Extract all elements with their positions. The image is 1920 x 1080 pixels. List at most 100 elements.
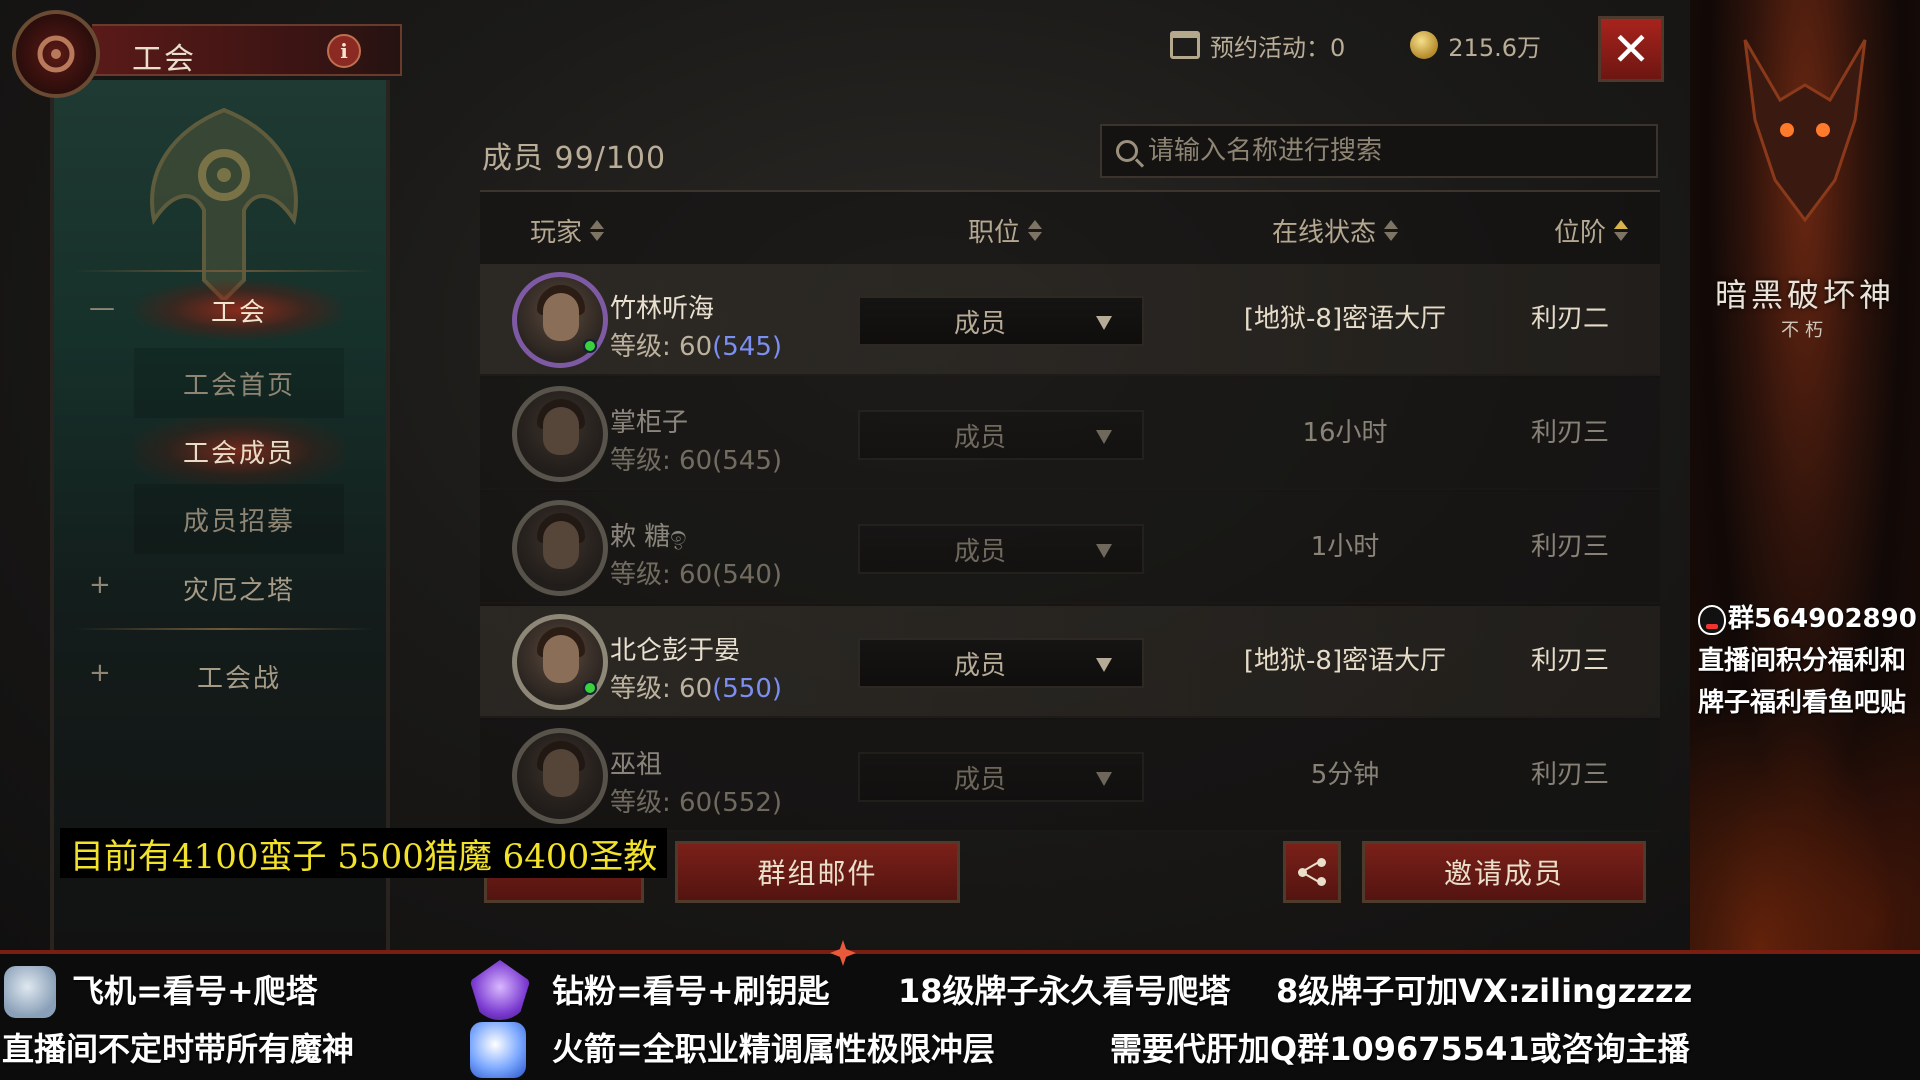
column-rank-label: 位阶 <box>1554 218 1607 248</box>
stream-overlay-text: 目前有4100蛮子 5500猎魔 6400圣教 <box>60 828 668 878</box>
game-window: — 工会 工会首页 工会成员 成员招募 + 灾厄之塔 + 工会战 工会 i 预约… <box>0 0 1690 950</box>
online-status-icon <box>583 681 597 695</box>
column-position-label: 职位 <box>968 218 1021 248</box>
stream-info: 群564902890 直播间积分福利和 牌子福利看鱼吧贴 <box>1698 598 1918 724</box>
avatar[interactable] <box>512 614 608 710</box>
demon-illustration-icon <box>1743 39 1867 223</box>
share-button[interactable] <box>1283 841 1341 903</box>
player-level: 等级: 60(545) <box>610 446 783 476</box>
group-mail-button[interactable]: 群组邮件 <box>675 841 960 903</box>
game-logo: 暗黑破坏神 <box>1714 276 1895 314</box>
calendar-icon <box>1170 31 1200 59</box>
sidebar-divider <box>74 270 374 272</box>
chevron-down-icon <box>1096 430 1112 444</box>
sort-icon <box>1384 220 1399 241</box>
reserved-activity-count: 预约活动：0 <box>1210 33 1346 62</box>
avatar[interactable] <box>512 500 608 596</box>
guild-badge-icon <box>12 10 100 98</box>
online-status: 5分钟 <box>1310 760 1380 790</box>
table-row[interactable]: 掌柜子 等级: 60(545) 成员 16小时 利刃三 <box>480 378 1660 490</box>
sidebar-section-tower[interactable]: 灾厄之塔 <box>134 558 344 618</box>
search-input[interactable] <box>1148 136 1628 166</box>
chevron-down-icon <box>1096 772 1112 786</box>
member-rank: 利刃三 <box>1530 646 1609 676</box>
guild-sidebar: — 工会 工会首页 工会成员 成员招募 + 灾厄之塔 + 工会战 <box>50 80 390 950</box>
player-level: 等级: 60(550) <box>610 674 783 704</box>
table-row[interactable]: 欶 糖ඉ 等级: 60(540) 成员 1小时 利刃三 <box>480 492 1660 604</box>
member-rank: 利刃三 <box>1530 418 1609 448</box>
player-name: 欶 糖ඉ <box>610 522 687 552</box>
sidebar-divider <box>74 628 374 630</box>
online-status: 16小时 <box>1302 418 1388 448</box>
table-header: 玩家 职位 在线状态 位阶 <box>480 192 1660 262</box>
role-dropdown[interactable]: 成员 <box>858 410 1144 460</box>
sort-icon <box>1614 220 1629 241</box>
column-position[interactable]: 职位 <box>968 212 1043 249</box>
sidebar-item-guild-members[interactable]: 工会成员 <box>134 416 344 486</box>
chevron-down-icon <box>1096 658 1112 672</box>
banner-text: 钻粉=看号+刷钥匙 <box>552 972 830 1010</box>
stream-banner: 飞机=看号+爬塔 钻粉=看号+刷钥匙 18级牌子永久看号爬塔 8级牌子可加VX:… <box>0 940 1920 1080</box>
online-status: [地狱-8]密语大厅 <box>1243 646 1447 676</box>
player-level: 等级: 60(540) <box>610 560 783 590</box>
banner-text: 火箭=全职业精调属性极限冲层 <box>552 1030 995 1068</box>
avatar[interactable] <box>512 728 608 824</box>
banner-text: 8级牌子可加VX:zilingzzzz <box>1276 972 1693 1010</box>
info-icon[interactable]: i <box>327 34 361 68</box>
column-rank[interactable]: 位阶 <box>1554 212 1629 249</box>
close-button[interactable]: ✕ <box>1598 16 1664 82</box>
collapse-icon[interactable]: — <box>89 293 115 323</box>
table-row[interactable]: 巫祖 等级: 60(552) 成员 5分钟 利刃三 <box>480 720 1660 832</box>
role-dropdown[interactable]: 成员 <box>858 752 1144 802</box>
qq-icon <box>1698 604 1726 635</box>
online-status: [地狱-8]密语大厅 <box>1243 304 1447 334</box>
diamond-icon <box>470 960 530 1020</box>
member-rank: 利刃三 <box>1530 532 1609 562</box>
search-icon <box>1116 140 1138 162</box>
column-status-label: 在线状态 <box>1272 218 1377 248</box>
share-icon <box>1298 858 1326 886</box>
banner-text: 18级牌子永久看号爬塔 <box>898 972 1231 1010</box>
banner-text: 直播间不定时带所有魔神 <box>2 1030 355 1068</box>
column-player-label: 玩家 <box>530 218 583 248</box>
stream-info-line: 牌子福利看鱼吧贴 <box>1698 688 1907 718</box>
player-name: 掌柜子 <box>610 408 689 438</box>
expand-icon[interactable]: + <box>89 658 111 688</box>
sort-icon <box>1028 220 1043 241</box>
qq-group-text: 群564902890 <box>1728 604 1917 634</box>
sidebar-item-guild-home[interactable]: 工会首页 <box>134 348 344 418</box>
invite-member-button[interactable]: 邀请成员 <box>1362 841 1646 903</box>
chevron-down-icon <box>1096 316 1112 330</box>
banner-text: 飞机=看号+爬塔 <box>72 972 318 1010</box>
member-count: 成员 99/100 <box>482 141 667 176</box>
player-name: 巫祖 <box>610 750 663 780</box>
online-status: 1小时 <box>1310 532 1380 562</box>
table-row[interactable]: 竹林听海 等级: 60(545) 成员 [地狱-8]密语大厅 利刃二 <box>480 264 1660 376</box>
banner-text: 需要代肝加Q群109675541或咨询主播 <box>1110 1030 1690 1068</box>
sidebar-section-guild-war[interactable]: 工会战 <box>134 646 344 706</box>
plane-icon <box>4 966 56 1018</box>
resource-bar: 预约活动：0 215.6万 <box>1170 20 1541 70</box>
stream-side-panel: 暗黑破坏神 不朽 群564902890 直播间积分福利和 牌子福利看鱼吧贴 <box>1690 0 1920 950</box>
expand-icon[interactable]: + <box>89 570 111 600</box>
online-status-icon <box>583 339 597 353</box>
column-status[interactable]: 在线状态 <box>1272 212 1399 249</box>
table-row[interactable]: 北仑彭于晏 等级: 60(550) 成员 [地狱-8]密语大厅 利刃三 <box>480 606 1660 718</box>
sidebar-item-member-recruit[interactable]: 成员招募 <box>134 484 344 554</box>
member-search[interactable] <box>1100 124 1658 178</box>
close-icon: ✕ <box>1611 22 1651 76</box>
chevron-down-icon <box>1096 544 1112 558</box>
column-player[interactable]: 玩家 <box>530 212 605 249</box>
role-dropdown[interactable]: 成员 <box>858 638 1144 688</box>
avatar[interactable] <box>512 386 608 482</box>
player-level: 等级: 60(552) <box>610 788 783 818</box>
role-dropdown[interactable]: 成员 <box>858 524 1144 574</box>
member-rank: 利刃二 <box>1530 304 1609 334</box>
player-name: 竹林听海 <box>610 294 715 324</box>
header-bar: 工会 i <box>92 24 402 77</box>
sidebar-section-guild[interactable]: 工会 <box>134 280 344 340</box>
avatar[interactable] <box>512 272 608 368</box>
role-dropdown[interactable]: 成员 <box>858 296 1144 346</box>
gold-amount: 215.6万 <box>1448 33 1541 62</box>
gold-coin-icon <box>1410 31 1439 59</box>
